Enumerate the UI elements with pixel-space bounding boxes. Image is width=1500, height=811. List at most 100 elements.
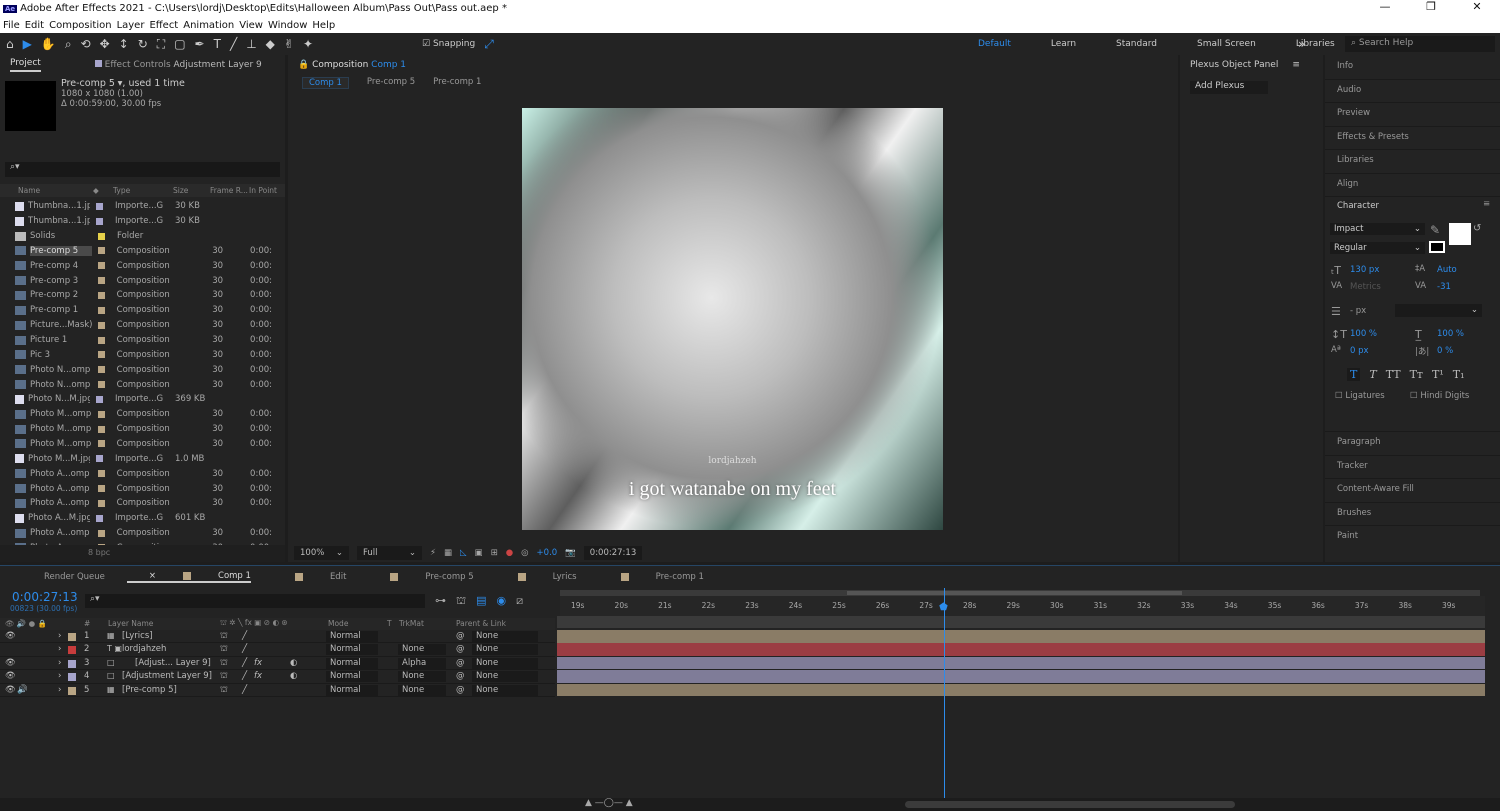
parent-dropdown[interactable]: None bbox=[472, 657, 538, 669]
label-color[interactable] bbox=[97, 366, 105, 374]
panel-info[interactable]: Info bbox=[1337, 61, 1353, 71]
breadcrumb-comp-1[interactable]: Comp 1 bbox=[302, 77, 349, 89]
project-item[interactable]: Solids Folder bbox=[0, 229, 272, 244]
minimize-button[interactable]: — bbox=[1362, 0, 1408, 13]
brush-tool-icon[interactable]: ╱ bbox=[230, 37, 237, 51]
eyedropper-icon[interactable]: ✎ bbox=[1430, 223, 1440, 237]
menu-edit[interactable]: Edit bbox=[25, 20, 44, 31]
panel-paragraph[interactable]: Paragraph bbox=[1337, 437, 1381, 447]
project-item[interactable]: Pre-comp 4 Composition 30 0:00: bbox=[0, 258, 272, 273]
eraser-tool-icon[interactable]: ◆ bbox=[266, 37, 275, 51]
layer-duration-bar[interactable] bbox=[557, 683, 1485, 697]
expand-chevron-icon[interactable]: › bbox=[58, 671, 61, 681]
panel-tracker[interactable]: Tracker bbox=[1337, 461, 1368, 471]
pickwhip-icon[interactable]: @ bbox=[456, 631, 465, 641]
layer-label-color[interactable] bbox=[68, 646, 76, 655]
expand-chevron-icon[interactable]: › bbox=[58, 685, 61, 695]
menu-effect[interactable]: Effect bbox=[149, 20, 178, 31]
vertical-scale-value[interactable]: 100 % bbox=[1350, 329, 1377, 339]
label-col-icon[interactable]: ◆ bbox=[93, 186, 113, 195]
rotate-tool-icon[interactable]: ↻ bbox=[138, 37, 148, 51]
layer-row[interactable]: 👁 › 3 □ [Adjust... Layer 9] ⛫ ╱ fx ◐ Normal Alpha @… bbox=[0, 657, 555, 671]
stroke-color-swatch[interactable] bbox=[1429, 241, 1445, 253]
adjustment-layer-icon[interactable]: ◐ bbox=[290, 658, 297, 668]
shy-layers-icon[interactable]: ⛫ bbox=[456, 594, 466, 609]
trkmat-dropdown[interactable]: None bbox=[398, 644, 446, 656]
label-color[interactable] bbox=[96, 217, 103, 225]
label-color[interactable] bbox=[97, 306, 105, 314]
layer-name[interactable]: [Adjustment Layer 9] bbox=[122, 671, 212, 681]
project-item[interactable]: Photo N...omp 1 Composition 30 0:00: bbox=[0, 377, 272, 392]
type-tool-icon[interactable]: T bbox=[214, 37, 221, 51]
pickwhip-icon[interactable]: @ bbox=[456, 644, 465, 654]
roto-brush-icon[interactable]: ✌ bbox=[284, 37, 294, 51]
menu-view[interactable]: View bbox=[239, 20, 263, 31]
timeline-scrollbar[interactable] bbox=[905, 801, 1235, 808]
parent-dropdown[interactable]: None bbox=[472, 671, 538, 683]
puppet-tool-icon[interactable]: ✦ bbox=[303, 37, 313, 51]
mode-dropdown[interactable]: Normal bbox=[326, 671, 378, 683]
layer-duration-bar[interactable] bbox=[557, 630, 1485, 643]
tsume-value[interactable]: 0 % bbox=[1437, 346, 1453, 356]
maximize-button[interactable]: ❐ bbox=[1408, 0, 1454, 13]
ligatures-checkbox[interactable]: ☐ Ligatures bbox=[1335, 391, 1385, 401]
zoom-tool-icon[interactable]: ⌕ bbox=[65, 37, 72, 52]
stroke-width-value[interactable]: - px bbox=[1350, 306, 1366, 316]
timeline-tab[interactable]: × Comp 1 bbox=[126, 571, 251, 583]
quality-switch-icon[interactable]: ╱ bbox=[242, 644, 247, 654]
workspace-default[interactable]: Default bbox=[958, 39, 1031, 49]
layer-label-color[interactable] bbox=[68, 633, 76, 641]
fx-switch-icon[interactable]: fx bbox=[254, 671, 262, 681]
label-color[interactable] bbox=[97, 291, 105, 299]
stroke-style-dropdown[interactable]: ⌄ bbox=[1395, 304, 1482, 317]
expand-chevron-icon[interactable]: › bbox=[58, 658, 61, 668]
panel-menu-icon[interactable]: ≡ bbox=[1292, 60, 1300, 70]
layer-duration-bar[interactable] bbox=[557, 670, 1485, 683]
label-color[interactable] bbox=[97, 485, 105, 493]
workspace-learn[interactable]: Learn bbox=[1031, 39, 1096, 49]
motion-blur-icon[interactable]: ◉ bbox=[497, 594, 507, 609]
snap-edges-icon[interactable]: ⤢ bbox=[484, 37, 494, 52]
label-color[interactable] bbox=[97, 381, 105, 389]
quality-switch-icon[interactable]: ╱ bbox=[242, 631, 247, 641]
mode-dropdown[interactable]: Normal bbox=[326, 631, 378, 642]
project-item[interactable]: Photo M...omp 1 Composition 30 0:00: bbox=[0, 437, 272, 452]
close-button[interactable]: ✕ bbox=[1454, 0, 1500, 13]
composition-viewer[interactable]: lordjahzeh i got watanabe on my feet bbox=[522, 108, 943, 530]
horizontal-scale-value[interactable]: 100 % bbox=[1437, 329, 1464, 339]
layer-row[interactable]: 👁 › 4 □ [Adjustment Layer 9] ⛫ ╱ fx ◐ Normal None @… bbox=[0, 670, 555, 684]
label-color[interactable] bbox=[97, 247, 105, 255]
trkmat-dropdown[interactable]: None bbox=[398, 671, 446, 683]
label-color[interactable] bbox=[97, 336, 105, 344]
label-color[interactable] bbox=[97, 351, 105, 359]
audio-icon[interactable]: 🔊 bbox=[17, 685, 28, 695]
graph-editor-icon[interactable]: ⧄ bbox=[516, 594, 523, 609]
search-help-input[interactable]: ⌕ Search Help bbox=[1345, 36, 1495, 52]
project-item[interactable]: Thumbna...1.jpg Importe...G 30 KB bbox=[0, 199, 272, 214]
snapshot-icon[interactable]: 📷 bbox=[565, 548, 576, 558]
label-color[interactable] bbox=[96, 202, 103, 210]
swap-colors-icon[interactable]: ↺ bbox=[1473, 223, 1481, 234]
panel-align[interactable]: Align bbox=[1337, 179, 1358, 189]
expand-chevron-icon[interactable]: › bbox=[58, 644, 61, 654]
col-type[interactable]: Type bbox=[113, 186, 173, 195]
panel-libraries[interactable]: Libraries bbox=[1337, 155, 1374, 165]
panel-audio[interactable]: Audio bbox=[1337, 85, 1361, 95]
layer-label-color[interactable] bbox=[68, 659, 76, 668]
trkmat-dropdown[interactable]: Alpha bbox=[398, 657, 446, 669]
workspace-small-screen[interactable]: Small Screen bbox=[1177, 39, 1276, 49]
project-item[interactable]: Photo A...omp 1 Composition 30 0:00: bbox=[0, 496, 272, 511]
menu-help[interactable]: Help bbox=[312, 20, 335, 31]
project-item[interactable]: Pre-comp 1 Composition 30 0:00: bbox=[0, 303, 272, 318]
panel-effects-presets[interactable]: Effects & Presets bbox=[1337, 132, 1409, 142]
adjustment-layer-icon[interactable]: ◐ bbox=[290, 671, 297, 681]
project-item[interactable]: Photo M...M.jpg Importe...G 1.0 MB bbox=[0, 451, 272, 466]
project-item[interactable]: Photo A...omp 3 Composition 30 0:00: bbox=[0, 466, 272, 481]
layer-label-color[interactable] bbox=[68, 686, 76, 695]
label-color[interactable] bbox=[96, 514, 103, 522]
quality-switch-icon[interactable]: ╱ bbox=[242, 685, 247, 695]
menu-file[interactable]: File bbox=[3, 20, 20, 31]
label-color[interactable] bbox=[98, 232, 105, 240]
layer-name[interactable]: [Adjust... Layer 9] bbox=[135, 658, 211, 668]
parent-dropdown[interactable]: None bbox=[472, 644, 538, 656]
